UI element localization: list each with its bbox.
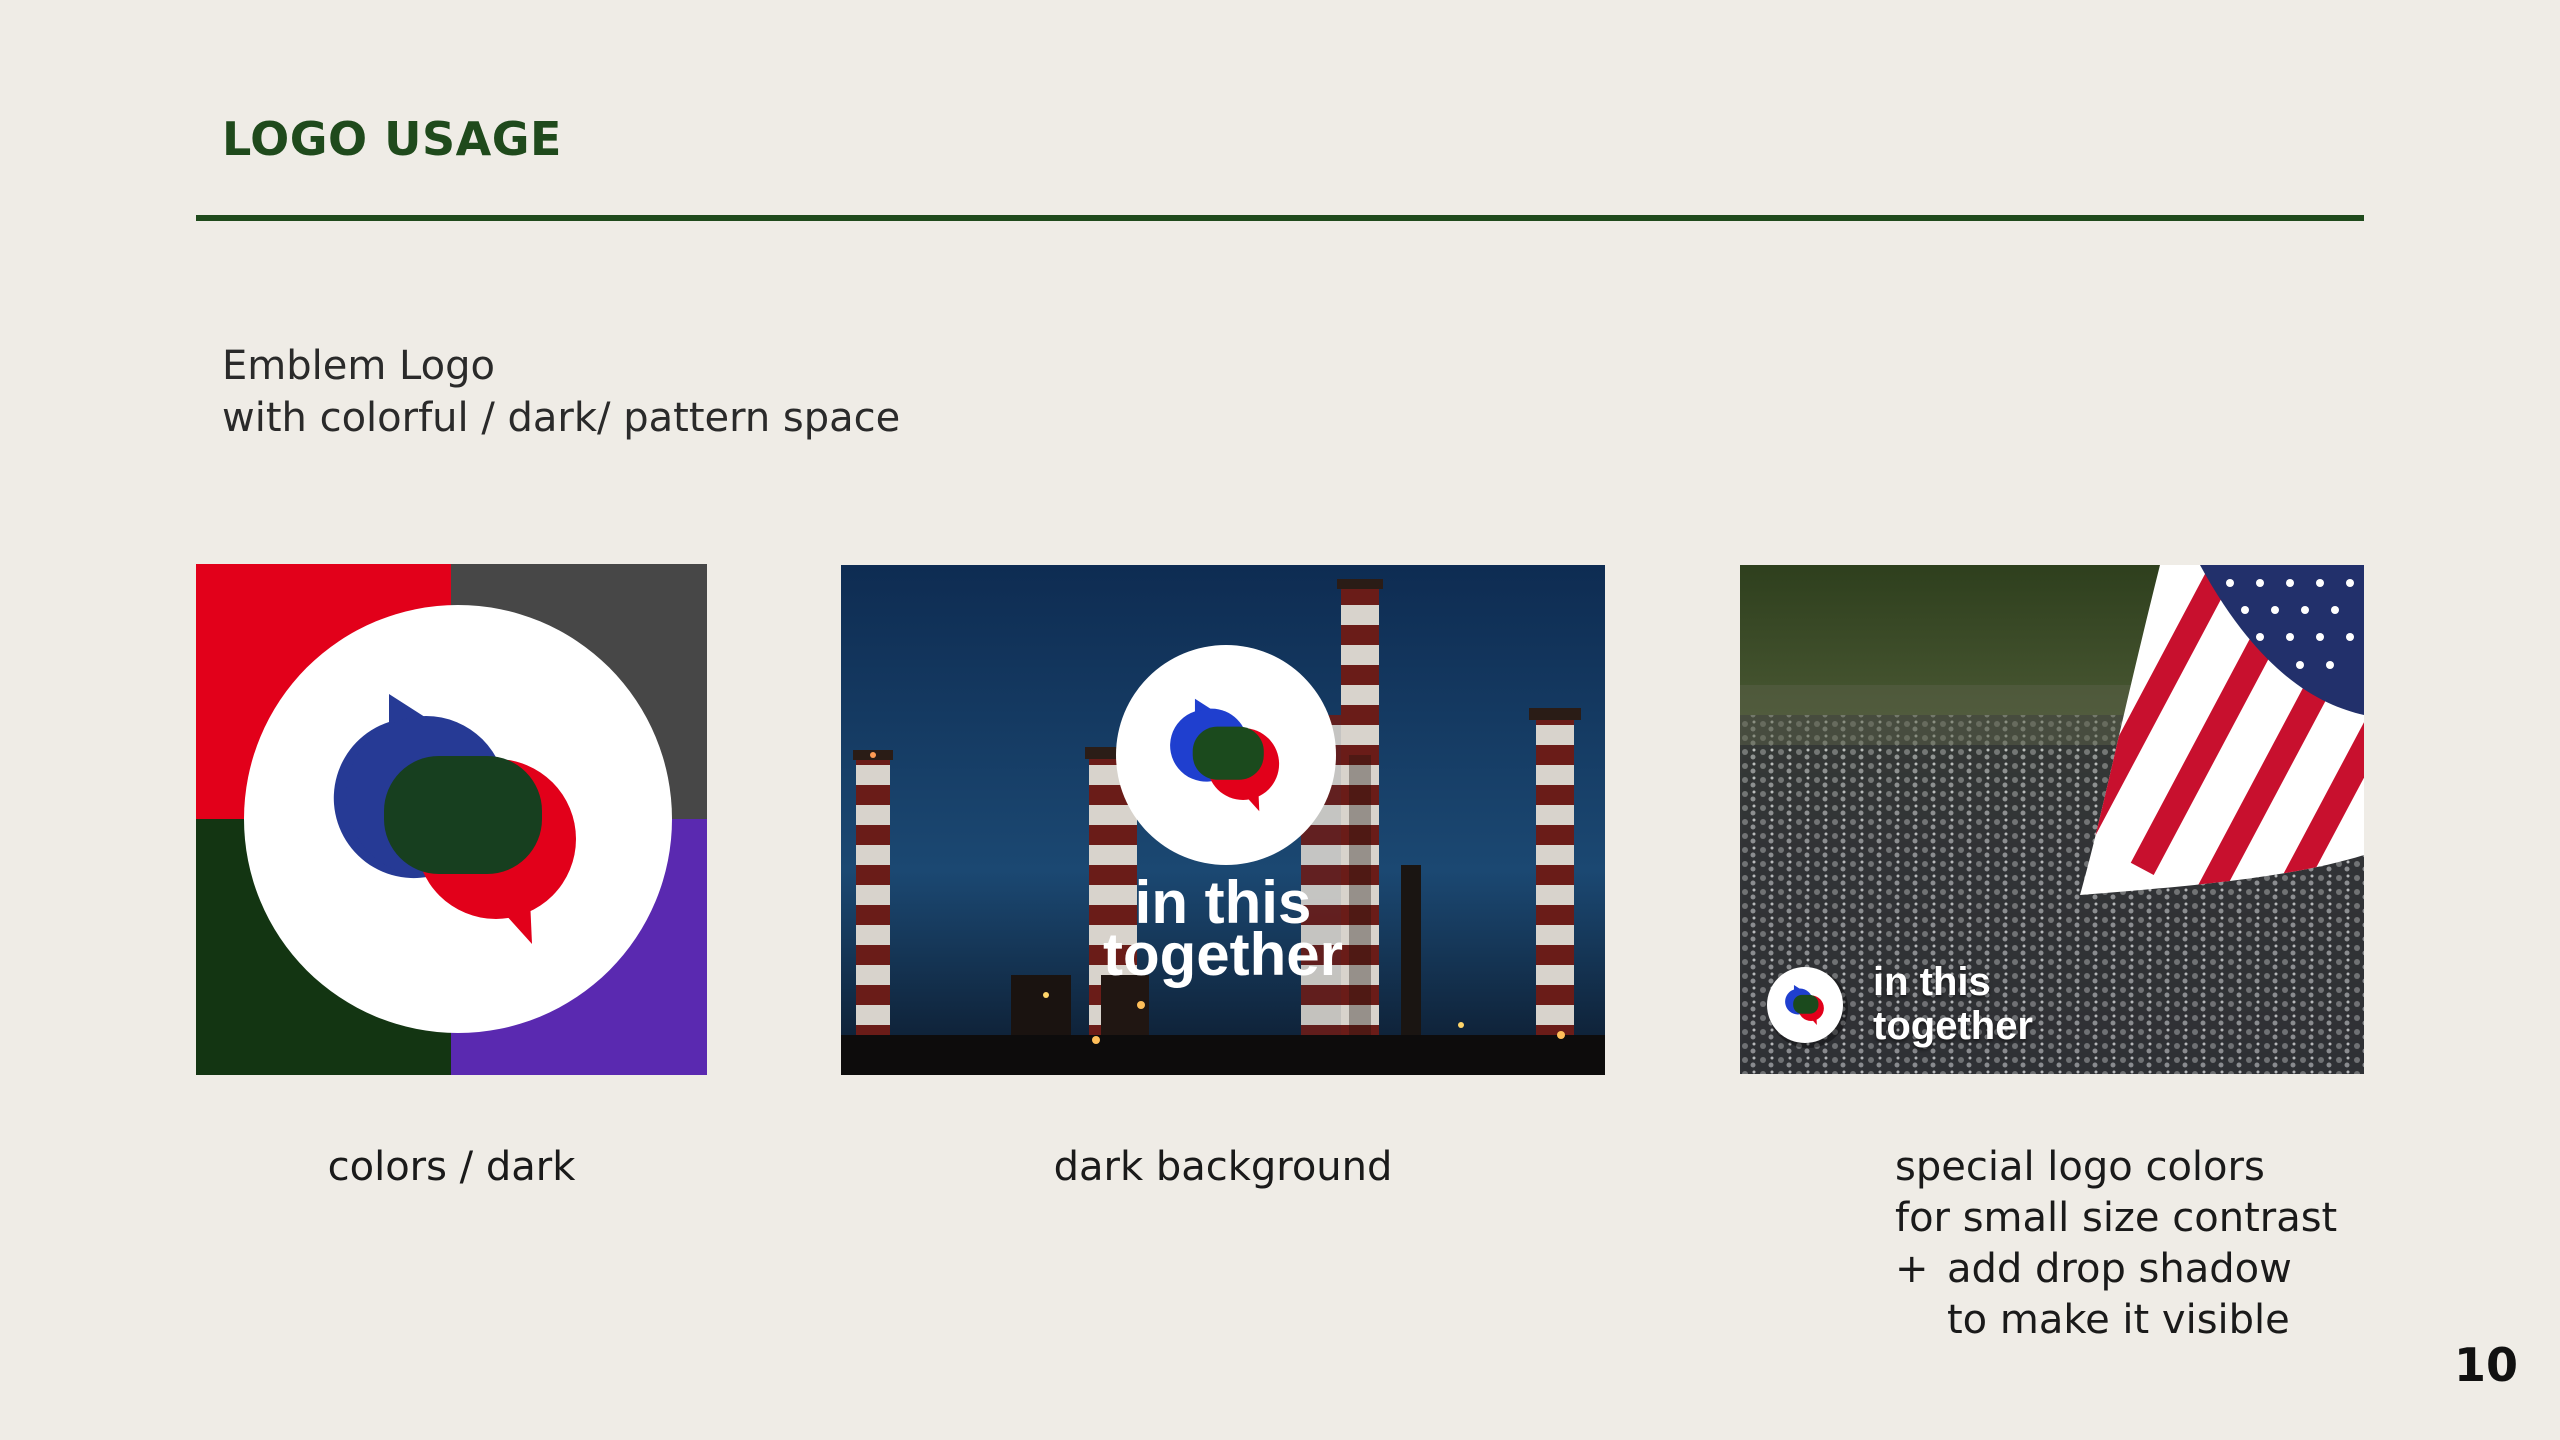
caption-line-3: + add drop shadow — [1895, 1244, 2337, 1295]
small-logo-wordmark: in this together — [1873, 960, 2033, 1048]
page-number: 10 — [2453, 1338, 2518, 1392]
caption-line-3-text: add drop shadow — [1947, 1246, 2292, 1292]
pattern-space-panel: in this together — [1740, 565, 2364, 1074]
refinery-night-photo — [841, 565, 1605, 1075]
intro-line-1: Emblem Logo — [222, 343, 495, 389]
crowd-flag-photo — [1740, 565, 2364, 1074]
title-divider — [196, 215, 2364, 221]
logo-wordmark-line-2: together — [1103, 921, 1343, 988]
caption-colors-dark: colors / dark — [327, 1144, 576, 1190]
caption-line-4: to make it visible — [1947, 1297, 2290, 1343]
emblem-logo-quadrants — [196, 564, 707, 1075]
caption-line-2: for small size contrast — [1895, 1195, 2338, 1241]
intro-text: Emblem Logo with colorful / dark/ patter… — [222, 340, 900, 444]
dark-background-panel: in this together — [841, 565, 1605, 1075]
caption-line-1: special logo colors — [1895, 1144, 2265, 1190]
intro-line-2: with colorful / dark/ pattern space — [222, 395, 901, 441]
plus-sign: + — [1895, 1246, 1929, 1292]
caption-dark-background: dark background — [1053, 1144, 1393, 1190]
small-logo-line-1: in this — [1873, 960, 1991, 1004]
emblem-colors-panel — [196, 564, 707, 1075]
logo-wordmark: in this together — [841, 873, 1605, 988]
page-title: LOGO USAGE — [222, 112, 562, 166]
small-logo-line-2: together — [1873, 1004, 2033, 1048]
caption-special-colors: special logo colors for small size contr… — [1895, 1142, 2337, 1346]
